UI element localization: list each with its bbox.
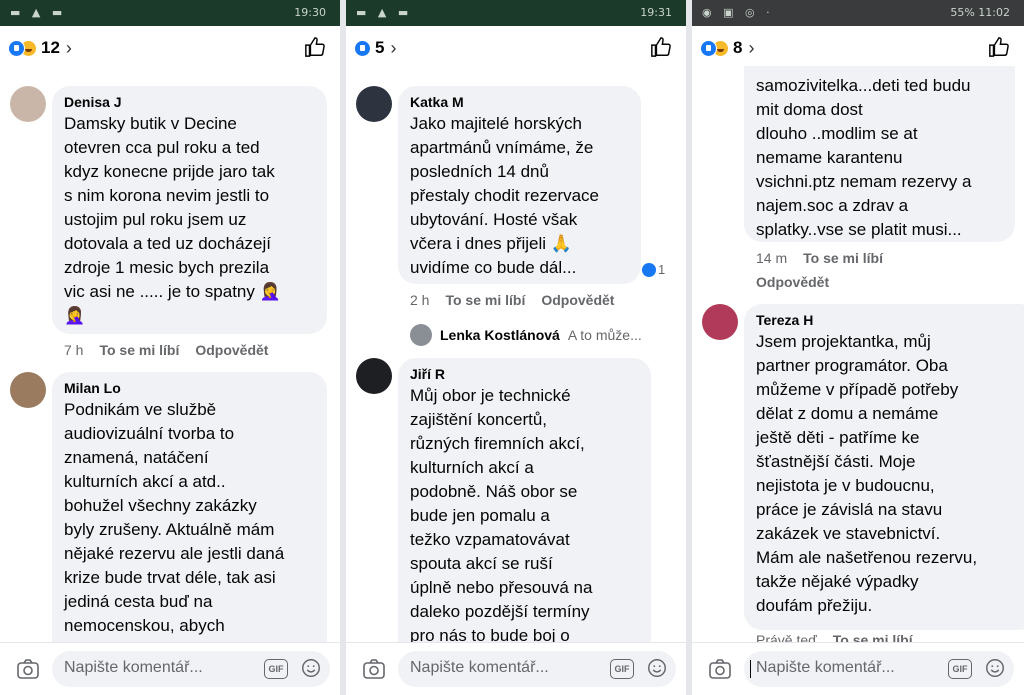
camera-icon[interactable] <box>362 657 386 681</box>
status-icons: ▬ ▲ ▬ <box>10 6 67 19</box>
avatar[interactable] <box>10 86 46 122</box>
reactions-summary[interactable]: 8 › <box>700 36 754 60</box>
comment-text: Jsem projektantka, můj partner programát… <box>756 332 978 615</box>
comment-text: Můj obor je technické zajištění koncertů… <box>410 386 593 645</box>
status-bar: ▬ ▲ ▬ 19:30 <box>0 0 340 26</box>
status-icons: ▬ ▲ ▬ <box>356 6 413 19</box>
battery-level: 55% <box>950 6 975 19</box>
status-time: 19:31 <box>640 6 672 19</box>
comment-author[interactable]: Tereza H <box>756 312 1024 328</box>
comment-input[interactable]: Napište komentář... GIF <box>744 651 1014 687</box>
comment-composer: Napište komentář... GIF <box>0 642 340 695</box>
comment-actions: 14 m To se mi líbí <box>756 250 883 266</box>
like-link[interactable]: To se mi líbí <box>445 292 525 308</box>
avatar[interactable] <box>10 372 46 408</box>
chevron-right-icon: › <box>65 37 72 58</box>
like-reaction-icon <box>642 262 656 277</box>
comment-composer: Napište komentář... GIF <box>346 642 686 695</box>
comment-author[interactable]: Milan Lo <box>64 380 315 396</box>
status-time: 19:30 <box>294 6 326 19</box>
comment-composer: Napište komentář... GIF <box>692 642 1024 695</box>
status-bar: ◉ ▣ ◎ · 55% 11:02 <box>692 0 1024 26</box>
comment-bubble[interactable]: Denisa J Damsky butik v Decine otevren c… <box>52 86 327 334</box>
like-link[interactable]: To se mi líbí <box>803 250 883 266</box>
comment: Denisa J Damsky butik v Decine otevren c… <box>0 86 340 366</box>
comment-author[interactable]: Katka M <box>410 94 629 110</box>
comment-input-placeholder: Napište komentář... <box>410 659 549 676</box>
comment-bubble[interactable]: Jiří R Můj obor je technické zajištění k… <box>398 358 651 674</box>
chevron-right-icon: › <box>390 37 397 58</box>
status-bar: ▬ ▲ ▬ 19:31 <box>346 0 686 26</box>
gif-icon[interactable]: GIF <box>948 659 972 679</box>
reply-text: A to může... <box>567 327 642 343</box>
like-link[interactable]: To se mi líbí <box>99 342 179 358</box>
avatar[interactable] <box>356 358 392 394</box>
comment-bubble[interactable]: Milan Lo Podnikám ve službě audiovizuáln… <box>52 372 327 678</box>
emoji-icon[interactable] <box>984 657 1006 679</box>
like-reaction-icon <box>700 39 717 57</box>
comment-text: samozivitelka...deti ted budu mit doma d… <box>756 76 972 239</box>
text-cursor <box>750 660 751 678</box>
comment-time: 2 h <box>410 292 430 308</box>
thumbs-up-icon[interactable] <box>304 36 326 58</box>
reactions-summary[interactable]: 5 › <box>354 36 396 60</box>
comment-input[interactable]: Napište komentář... GIF <box>398 651 676 687</box>
like-reaction-icon <box>8 39 25 57</box>
camera-icon[interactable] <box>708 657 732 681</box>
reactions-summary[interactable]: 12 › <box>8 36 72 60</box>
like-reaction-icon <box>354 39 371 57</box>
reaction-count: 5 <box>375 38 385 57</box>
comment-text: Jako majitelé horských apartmánů vnímáme… <box>410 114 599 277</box>
comment-bubble[interactable]: samozivitelka...deti ted budu mit doma d… <box>744 66 1015 242</box>
thumbs-up-icon[interactable] <box>650 36 672 58</box>
gif-icon[interactable]: GIF <box>610 659 634 679</box>
comment-bubble[interactable]: Tereza H Jsem projektantka, můj partner … <box>744 304 1024 630</box>
comment-time: 14 m <box>756 250 788 266</box>
comment-author[interactable]: Jiří R <box>410 366 639 382</box>
avatar[interactable] <box>702 304 738 340</box>
comment-like-badge[interactable]: 1 <box>642 262 665 277</box>
screenshot-panel-2: ▬ ▲ ▬ 19:31 5 › Katka M Jako majitelé ho… <box>346 0 686 695</box>
status-time: 11:02 <box>978 6 1010 19</box>
comment-input-placeholder: Napište komentář... <box>64 659 203 676</box>
comment-input-placeholder: Napište komentář... <box>756 659 895 676</box>
comment-like-count: 1 <box>658 262 666 277</box>
comment-text: Podnikám ve službě audiovizuální tvorba … <box>64 400 285 635</box>
emoji-icon[interactable] <box>646 657 668 679</box>
thumbs-up-icon[interactable] <box>988 36 1010 58</box>
reply-author: Lenka Kostlánová <box>440 327 560 343</box>
status-time: 55% 11:02 <box>950 6 1010 19</box>
screenshot-panel-3: ◉ ▣ ◎ · 55% 11:02 8 › samozivitelka...de… <box>692 0 1024 695</box>
reply-link[interactable]: Odpovědět <box>756 274 829 290</box>
comment-text: Damsky butik v Decine otevren cca pul ro… <box>64 114 281 325</box>
comment-actions: Odpovědět <box>756 274 829 290</box>
comment-author[interactable]: Denisa J <box>64 94 315 110</box>
gif-icon[interactable]: GIF <box>264 659 288 679</box>
avatar[interactable] <box>356 86 392 122</box>
comment-input[interactable]: Napište komentář... GIF <box>52 651 330 687</box>
reply-preview[interactable]: Lenka Kostlánová A to může... <box>410 324 642 346</box>
status-icons: ◉ ▣ ◎ · <box>702 6 774 19</box>
comment-actions: 7 h To se mi líbí Odpovědět <box>64 342 268 358</box>
chevron-right-icon: › <box>748 37 755 58</box>
emoji-icon[interactable] <box>300 657 322 679</box>
reply-link[interactable]: Odpovědět <box>541 292 614 308</box>
comment-actions: 2 h To se mi líbí Odpovědět <box>410 292 614 308</box>
screenshot-panel-1: ▬ ▲ ▬ 19:30 12 › Denisa J Damsky butik v… <box>0 0 340 695</box>
reply-link[interactable]: Odpovědět <box>195 342 268 358</box>
camera-icon[interactable] <box>16 657 40 681</box>
reaction-count: 8 <box>733 38 743 57</box>
comment-bubble[interactable]: Katka M Jako majitelé horských apartmánů… <box>398 86 641 284</box>
comment-time: 7 h <box>64 342 84 358</box>
reaction-count: 12 <box>41 38 60 57</box>
avatar <box>410 324 432 346</box>
